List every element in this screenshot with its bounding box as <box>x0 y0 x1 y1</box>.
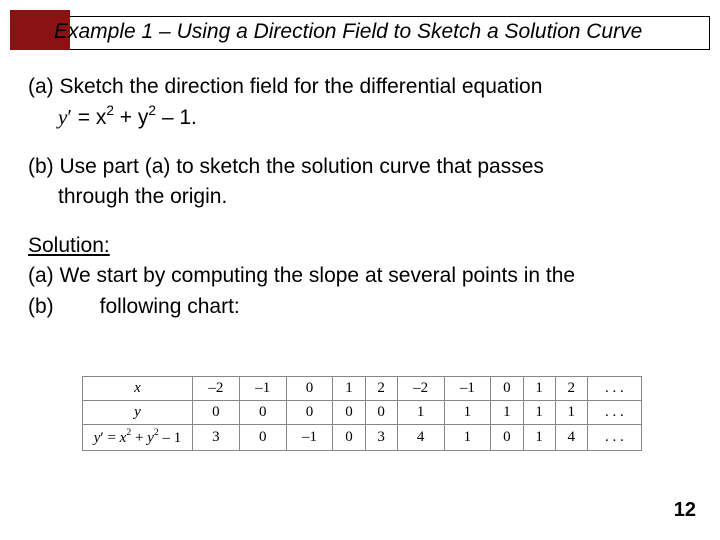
sup2b: 2 <box>148 103 156 118</box>
eq-mid2: + y <box>114 106 148 129</box>
sup2a: 2 <box>106 103 114 118</box>
table-cell: 0 <box>193 401 240 425</box>
table-cell: 1 <box>397 401 444 425</box>
table-cell: 0 <box>491 377 523 401</box>
table-cell: 1 <box>523 425 555 451</box>
slope-table-element: x–2–1012–2–1012. . .y0000011111. . .y′ =… <box>82 376 642 451</box>
table-row: y0000011111. . . <box>83 401 642 425</box>
sol-a1-text: We start by computing the slope at sever… <box>54 264 575 287</box>
table-row: y′ = x2 + y2 – 130–10341014. . . <box>83 425 642 451</box>
table-cell: 1 <box>444 425 491 451</box>
part-b-line2: through the origin. <box>28 182 692 212</box>
table-cell: 1 <box>523 377 555 401</box>
table-cell: 1 <box>491 401 523 425</box>
table-cell: 1 <box>444 401 491 425</box>
eq-tail: – 1. <box>156 106 197 129</box>
table-cell: 0 <box>365 401 397 425</box>
table-cell: 0 <box>333 401 365 425</box>
eq-y: y <box>58 105 67 129</box>
table-cell: 1 <box>555 401 587 425</box>
table-cell: –1 <box>444 377 491 401</box>
table-cell: 2 <box>555 377 587 401</box>
solution-label: Solution: <box>28 231 692 261</box>
part-a: (a) Sketch the direction field for the d… <box>28 72 692 134</box>
table-cell: 0 <box>333 425 365 451</box>
part-b: (b) Use part (a) to sketch the solution … <box>28 152 692 213</box>
table-cell: 1 <box>523 401 555 425</box>
sol-a2-text: following chart: <box>54 295 240 318</box>
table-cell: 0 <box>286 401 333 425</box>
table-cell: 0 <box>491 425 523 451</box>
solution-block: Solution: (a) We start by computing the … <box>28 231 692 322</box>
table-cell: 3 <box>193 425 240 451</box>
table-row: x–2–1012–2–1012. . . <box>83 377 642 401</box>
sol-a1-prefix: (a) <box>28 264 54 287</box>
table-cell: 0 <box>286 377 333 401</box>
table-cell: 0 <box>239 401 286 425</box>
eq-mid: = x <box>72 106 106 129</box>
slope-table: x–2–1012–2–1012. . .y0000011111. . .y′ =… <box>82 376 642 451</box>
slide-title: Example 1 – Using a Direction Field to S… <box>54 20 642 44</box>
table-cell: –2 <box>193 377 240 401</box>
table-cell: 2 <box>365 377 397 401</box>
table-cell: –1 <box>239 377 286 401</box>
table-cell: . . . <box>587 401 641 425</box>
solution-line-a1: (a) We start by computing the slope at s… <box>28 261 692 291</box>
part-a-equation: y′ = x2 + y2 – 1. <box>28 102 692 133</box>
table-cell: 4 <box>397 425 444 451</box>
table-cell: 1 <box>333 377 365 401</box>
table-cell: . . . <box>587 377 641 401</box>
row-label: y′ = x2 + y2 – 1 <box>83 425 193 451</box>
table-cell: 0 <box>239 425 286 451</box>
table-cell: 3 <box>365 425 397 451</box>
table-cell: –2 <box>397 377 444 401</box>
solution-label-text: Solution: <box>28 234 110 257</box>
table-cell: 4 <box>555 425 587 451</box>
table-cell: –1 <box>286 425 333 451</box>
row-label: y <box>83 401 193 425</box>
solution-line-a2: (b)following chart: <box>28 292 692 322</box>
row-label: x <box>83 377 193 401</box>
page-number: 12 <box>674 499 696 522</box>
table-cell: . . . <box>587 425 641 451</box>
sol-a2-prefix: (b) <box>28 295 54 318</box>
part-b-line1: (b) Use part (a) to sketch the solution … <box>28 152 692 182</box>
content-area: (a) Sketch the direction field for the d… <box>28 72 692 340</box>
title-bar: Example 1 – Using a Direction Field to S… <box>10 10 710 50</box>
part-a-line1: (a) Sketch the direction field for the d… <box>28 72 692 102</box>
